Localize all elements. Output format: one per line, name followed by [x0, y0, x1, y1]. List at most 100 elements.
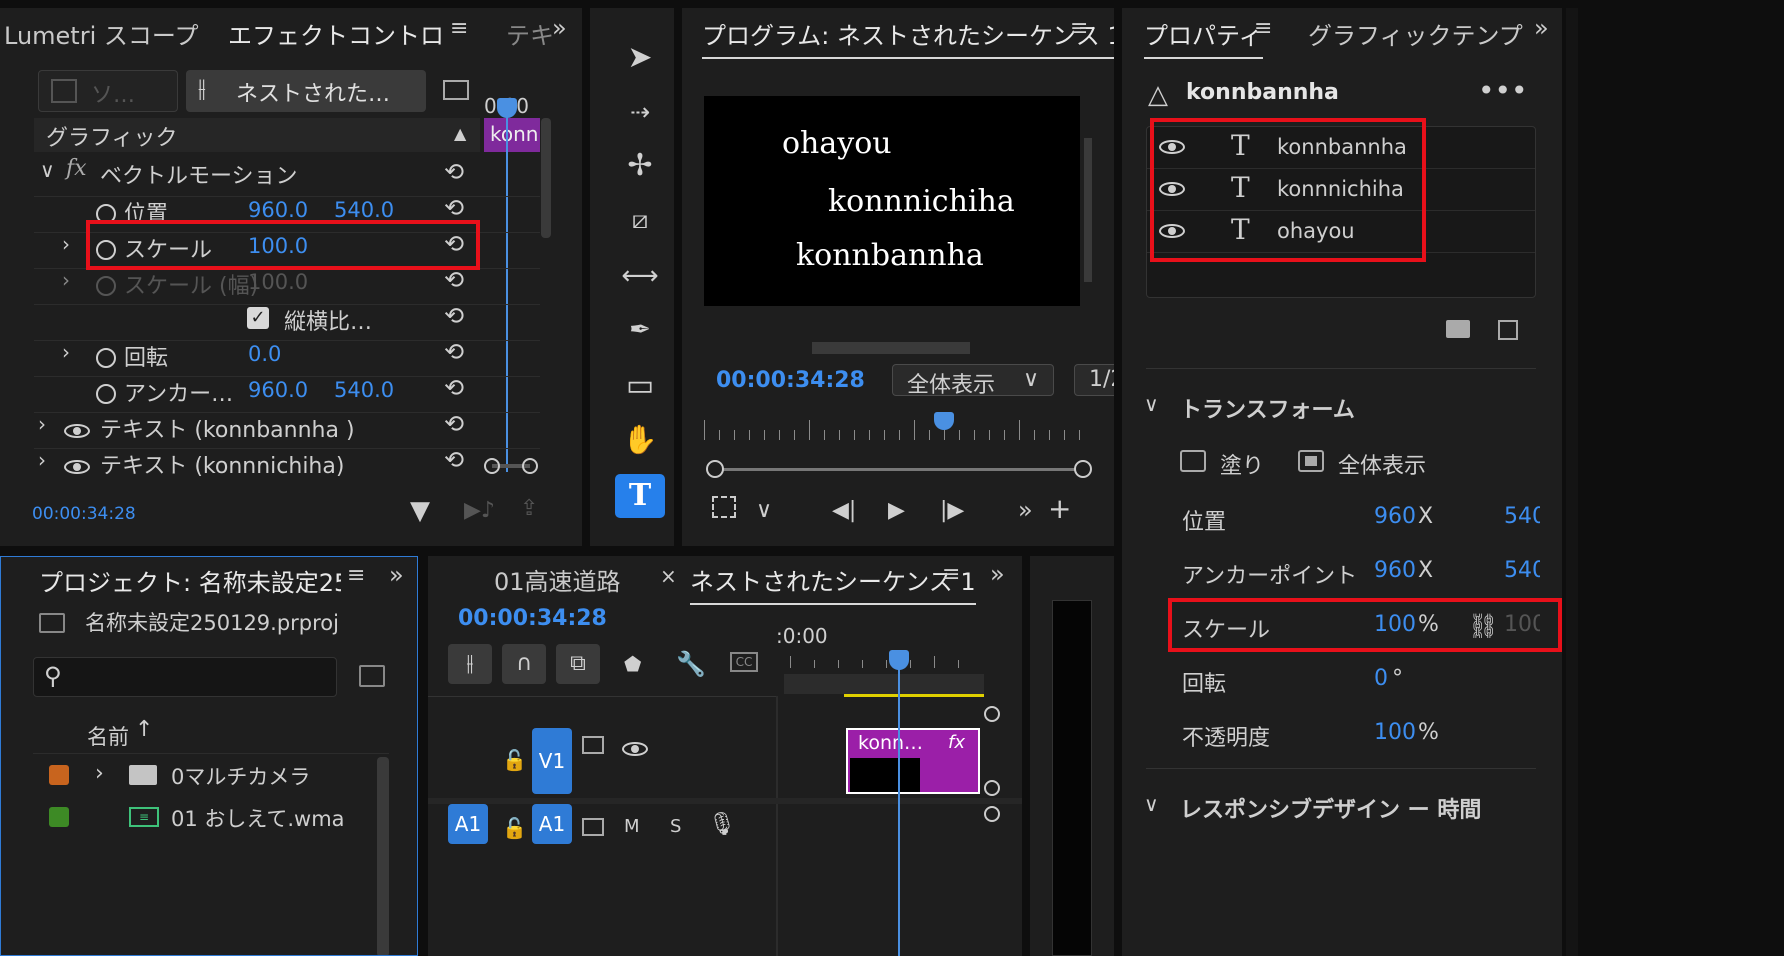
microphone-icon[interactable]: 🎙: [708, 812, 736, 837]
reset-icon[interactable]: ⟲: [444, 302, 464, 330]
zoom-bar[interactable]: [714, 468, 1084, 471]
label-color-swatch[interactable]: [49, 807, 69, 827]
reset-icon[interactable]: ⟲: [444, 266, 464, 294]
project-item[interactable]: › 0マルチカメラ: [33, 755, 373, 795]
scale-value[interactable]: 100: [1374, 612, 1416, 637]
tab-lumetri-scope[interactable]: Lumetri スコープ: [4, 16, 198, 51]
stopwatch-icon[interactable]: [96, 348, 116, 368]
step-back-icon[interactable]: ◀|: [832, 498, 856, 523]
menu-icon[interactable]: ≡: [347, 563, 365, 588]
expand-chevron-icon[interactable]: ›: [62, 232, 70, 256]
export-icon[interactable]: ⇪: [520, 496, 538, 521]
sort-arrow-icon[interactable]: ↑: [135, 717, 153, 742]
label-color-swatch[interactable]: [49, 765, 69, 785]
eye-icon[interactable]: [1159, 224, 1185, 238]
slip-tool-icon[interactable]: ⟷: [615, 254, 665, 298]
timeline-timecode[interactable]: 00:00:34:28: [458, 606, 607, 631]
track-zoom-handle[interactable]: [984, 780, 1000, 796]
filter-icon[interactable]: ▼: [410, 496, 430, 526]
mini-playhead[interactable]: [497, 98, 517, 118]
sequence-selector[interactable]: ⫲ ネストされた…: [186, 70, 426, 112]
fit-dropdown[interactable]: 全体表示 ∨: [892, 364, 1054, 398]
link-icon[interactable]: ⛓: [1468, 612, 1498, 640]
mute-button[interactable]: M: [624, 816, 640, 837]
search-input[interactable]: ⚲: [33, 657, 337, 697]
expand-chevron-icon[interactable]: ›: [62, 268, 70, 292]
eye-icon[interactable]: [1159, 140, 1185, 154]
more-chevron-icon[interactable]: »: [1018, 496, 1033, 524]
expand-chevron-icon[interactable]: ›: [95, 761, 104, 786]
expand-chevron-icon[interactable]: ›: [38, 448, 46, 472]
zoom-handle-left[interactable]: [484, 458, 500, 474]
play-audio-icon[interactable]: ▶♪: [464, 498, 495, 523]
project-scrollbar[interactable]: [377, 757, 389, 955]
new-layer-icon[interactable]: [1498, 320, 1518, 340]
ripple-edit-tool-icon[interactable]: ✢: [615, 144, 665, 188]
mini-timeline-clip[interactable]: konn: [484, 118, 540, 152]
column-name-header[interactable]: 名前: [87, 721, 129, 751]
expand-chevron-icon[interactable]: ∨: [40, 158, 55, 182]
razor-tool-icon[interactable]: ⧄: [615, 198, 665, 242]
zoom-handle-right[interactable]: [1074, 460, 1092, 478]
captions-icon[interactable]: CC: [730, 652, 758, 672]
position-y[interactable]: 540: [1504, 504, 1540, 529]
tab-sequence-01[interactable]: 01高速道路: [494, 562, 621, 597]
track-a1-source[interactable]: A1: [448, 804, 488, 844]
prop-position-y[interactable]: 540.0: [334, 198, 394, 222]
effect-timecode[interactable]: 00:00:34:28: [32, 504, 136, 524]
prop-scale-value[interactable]: 100.0: [248, 234, 308, 258]
track-v1-button[interactable]: V1: [532, 728, 572, 794]
source-selector[interactable]: ソ…: [38, 70, 178, 112]
resolution-dropdown[interactable]: 1/2: [1074, 364, 1114, 396]
tab-nested-sequence[interactable]: ネストされたシーケンス 1: [690, 562, 976, 605]
stopwatch-icon[interactable]: [96, 240, 116, 260]
new-search-bin-icon[interactable]: [359, 665, 385, 687]
fit-label[interactable]: 全体表示: [1338, 448, 1426, 480]
opacity-value[interactable]: 100: [1374, 720, 1416, 745]
reset-icon[interactable]: ⟲: [444, 410, 464, 438]
eye-icon[interactable]: [622, 742, 648, 756]
more-options-icon[interactable]: •••: [1478, 74, 1528, 107]
tab-properties[interactable]: プロパティ: [1144, 16, 1263, 59]
fit-icon[interactable]: [1298, 450, 1324, 472]
overflow-chevron-icon[interactable]: »: [990, 560, 1005, 588]
tab-effect-controls[interactable]: エフェクトコントロー: [228, 16, 442, 51]
horizontal-scrollbar[interactable]: [812, 342, 970, 354]
tab-graphic-templates[interactable]: グラフィックテンプレー: [1308, 16, 1526, 51]
selection-tool-icon[interactable]: ➤: [615, 36, 665, 80]
rotation-value[interactable]: 0: [1374, 666, 1388, 691]
project-item[interactable]: ≡ 01 おしえて.wma: [33, 797, 373, 837]
layer-konnnichiha[interactable]: テキスト (konnnichiha): [100, 448, 344, 480]
eye-icon[interactable]: [64, 460, 90, 474]
layer-row[interactable]: T ohayou: [1147, 211, 1535, 253]
reset-icon[interactable]: ⟲: [444, 338, 464, 366]
layer-row[interactable]: T konnnichiha: [1147, 169, 1535, 211]
position-x[interactable]: 960: [1374, 504, 1416, 529]
sync-lock-icon[interactable]: [582, 818, 604, 836]
add-button-icon[interactable]: +: [1048, 492, 1071, 525]
snap-icon[interactable]: ∩: [502, 644, 546, 684]
vertical-scrollbar[interactable]: [1084, 138, 1092, 282]
timeline-playhead[interactable]: [889, 650, 909, 670]
reset-icon[interactable]: ⟲: [444, 230, 464, 258]
overflow-chevron-icon[interactable]: »: [1534, 14, 1549, 42]
layer-konnbannha[interactable]: テキスト (konnbannha ): [100, 412, 355, 444]
tab-project[interactable]: プロジェクト: 名称未設定25012: [39, 563, 341, 598]
play-icon[interactable]: ▶: [888, 498, 905, 523]
reset-icon[interactable]: ⟲: [444, 158, 464, 186]
chevron-down-icon[interactable]: ∨: [756, 498, 772, 523]
folder-icon[interactable]: [1446, 320, 1470, 338]
program-timecode[interactable]: 00:00:34:28: [716, 368, 865, 393]
overflow-chevron-icon[interactable]: »: [389, 561, 404, 589]
prop-anchor-y[interactable]: 540.0: [334, 378, 394, 402]
close-icon[interactable]: ×: [660, 564, 677, 588]
menu-icon[interactable]: ≡: [1254, 16, 1272, 41]
anchor-y[interactable]: 540: [1504, 558, 1540, 583]
zoom-handle-right[interactable]: [522, 458, 538, 474]
transform-chevron-icon[interactable]: ∨: [1144, 392, 1159, 416]
safe-margin-icon[interactable]: [712, 496, 736, 518]
linked-selection-icon[interactable]: ⧉: [556, 644, 600, 684]
prop-anchor-x[interactable]: 960.0: [248, 378, 308, 402]
track-a1-button[interactable]: A1: [532, 804, 572, 844]
reset-icon[interactable]: ⟲: [444, 194, 464, 222]
